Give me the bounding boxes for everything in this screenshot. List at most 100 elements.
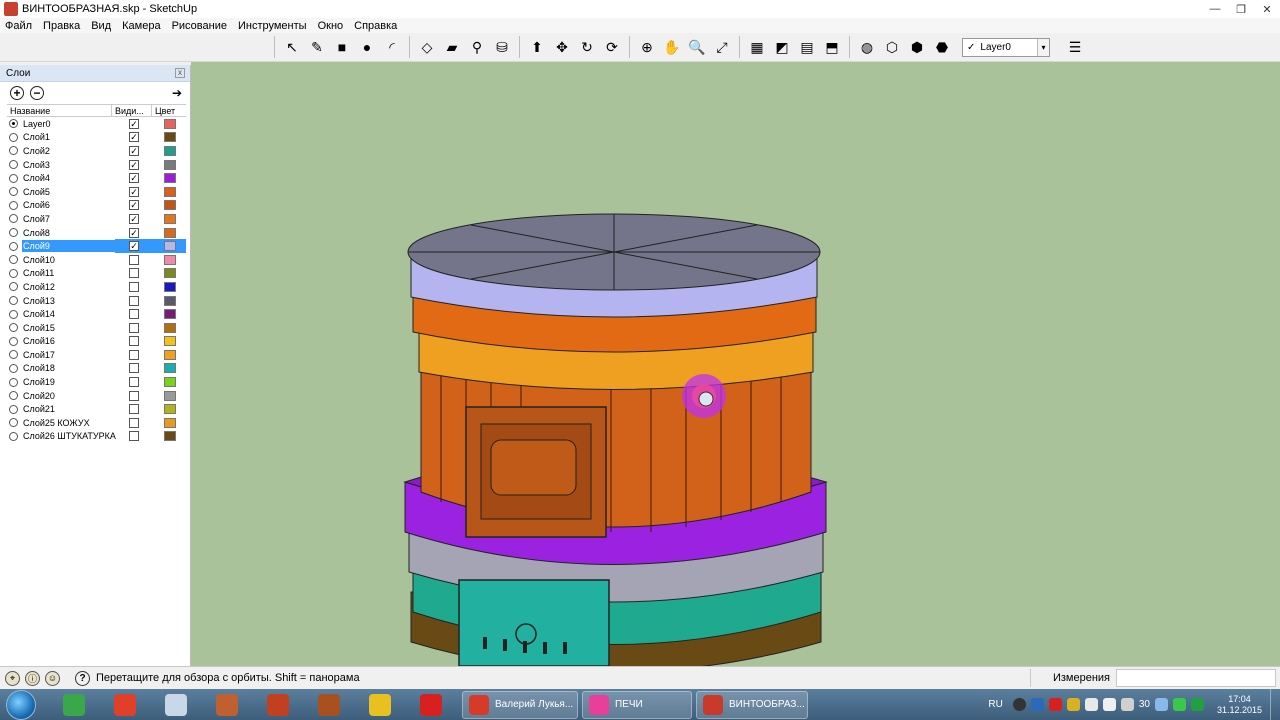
layer-row[interactable]: Слой12 [7, 280, 190, 294]
active-layer-radio[interactable] [9, 146, 18, 156]
minimize-button[interactable]: — [1202, 0, 1228, 18]
chevron-down-icon[interactable]: ▾ [1037, 38, 1049, 56]
layer-name[interactable]: Слой21 [22, 403, 120, 415]
visible-checkbox[interactable] [129, 322, 139, 333]
show-desktop-button[interactable] [1270, 689, 1280, 720]
extension-warehouse-icon[interactable]: ⬣ [931, 36, 953, 58]
layer-color-swatch[interactable] [164, 295, 176, 306]
layer-name[interactable]: Слой15 [22, 322, 120, 334]
layer-color-swatch[interactable] [164, 186, 176, 197]
layer-color-swatch[interactable] [164, 377, 176, 388]
layer-color-swatch[interactable] [164, 417, 176, 428]
layer-name[interactable]: Слой16 [22, 335, 120, 347]
visible-checkbox[interactable] [129, 268, 139, 279]
layer-name[interactable]: Слой11 [22, 267, 120, 279]
layer-name[interactable]: Слой8 [22, 227, 120, 239]
layer-manager-icon[interactable]: ☰ [1064, 36, 1086, 58]
layer-row[interactable]: Слой14 [7, 307, 190, 321]
visible-checkbox[interactable]: ✓ [129, 145, 139, 156]
active-layer-radio[interactable] [9, 200, 18, 210]
taskbar-app-tool[interactable] [156, 691, 196, 719]
column-visible[interactable]: Види... [112, 105, 152, 116]
active-layer-radio[interactable] [9, 296, 18, 306]
layer-color-swatch[interactable] [164, 254, 176, 265]
layer-name[interactable]: Слой10 [22, 254, 120, 266]
layer-name[interactable]: Слой1 [22, 131, 120, 143]
layer-color-swatch[interactable] [164, 227, 176, 238]
user-icon[interactable]: ☺ [45, 670, 60, 686]
layer-row[interactable]: Слой7 ✓ [7, 212, 190, 226]
active-layer-radio[interactable] [9, 187, 18, 197]
visible-checkbox[interactable]: ✓ [129, 173, 139, 184]
layer-row[interactable]: Слой20 [7, 389, 190, 403]
visible-checkbox[interactable]: ✓ [129, 241, 139, 252]
visible-checkbox[interactable] [129, 417, 139, 428]
circle-icon[interactable]: ● [356, 36, 378, 58]
zoom-icon[interactable]: 🔍 [686, 36, 708, 58]
pan-hand-icon[interactable]: ✋ [661, 36, 683, 58]
layer-name[interactable]: Слой5 [22, 186, 120, 198]
layer-row[interactable]: Слой1 ✓ [7, 131, 190, 145]
eraser-icon[interactable]: ▰ [441, 36, 463, 58]
layer-color-swatch[interactable] [164, 200, 176, 211]
layer-row[interactable]: Слой21 [7, 402, 190, 416]
taskbar-app-office[interactable] [105, 691, 145, 719]
visible-checkbox[interactable] [129, 281, 139, 292]
layer-color-swatch[interactable] [164, 213, 176, 224]
get-models-icon[interactable]: ◍ [856, 36, 878, 58]
visible-checkbox[interactable] [129, 363, 139, 374]
paint-bucket-icon[interactable]: ⛁ [491, 36, 513, 58]
layer-color-swatch[interactable] [164, 349, 176, 360]
visible-checkbox[interactable]: ✓ [129, 118, 139, 129]
visible-checkbox[interactable] [129, 295, 139, 306]
tray-icon-opera[interactable] [1048, 698, 1062, 711]
layer-row[interactable]: Слой17 [7, 348, 190, 362]
visible-checkbox[interactable] [129, 390, 139, 401]
active-layer-radio[interactable] [9, 431, 18, 441]
active-layer-radio[interactable] [9, 173, 18, 183]
select-arrow-icon[interactable]: ↖ [281, 36, 303, 58]
layer-row[interactable]: Слой4 ✓ [7, 171, 190, 185]
layer-name[interactable]: Слой20 [22, 390, 120, 402]
move-icon[interactable]: ✥ [551, 36, 573, 58]
credits-icon[interactable]: ⓘ [25, 670, 40, 686]
visible-checkbox[interactable] [129, 431, 139, 442]
active-layer-radio[interactable] [9, 255, 18, 265]
visible-checkbox[interactable]: ✓ [129, 200, 139, 211]
layer-row[interactable]: Слой15 [7, 321, 190, 335]
visible-checkbox[interactable]: ✓ [129, 227, 139, 238]
start-button[interactable] [6, 689, 36, 720]
visible-checkbox[interactable] [129, 349, 139, 360]
details-arrow-icon[interactable]: ➔ [172, 86, 182, 100]
column-name[interactable]: Название [7, 105, 112, 116]
layer-name[interactable]: Layer0 [22, 118, 120, 130]
layer-row[interactable]: Слой25 КОЖУХ [7, 416, 190, 430]
visible-checkbox[interactable] [129, 336, 139, 347]
make-component-icon[interactable]: ◇ [416, 36, 438, 58]
rotate-icon[interactable]: ↻ [576, 36, 598, 58]
layer-row[interactable]: Слой3 ✓ [7, 158, 190, 172]
taskbar-task[interactable]: Валерий Лукья... [462, 690, 578, 719]
layer-name[interactable]: Слой2 [22, 145, 120, 157]
layer-row[interactable]: Слой10 [7, 253, 190, 267]
active-layer-radio[interactable] [9, 214, 18, 224]
measurements-input[interactable] [1116, 669, 1276, 687]
layer-color-swatch[interactable] [164, 309, 176, 320]
layer-row[interactable]: Слой13 [7, 294, 190, 308]
layer-name[interactable]: Слой13 [22, 295, 120, 307]
geo-location-icon[interactable]: ⌖ [5, 670, 20, 686]
layer-color-swatch[interactable] [164, 431, 176, 442]
model-viewport[interactable] [191, 62, 1280, 666]
layer-name[interactable]: Слой14 [22, 308, 120, 320]
active-layer-radio[interactable] [9, 268, 18, 278]
layer-name[interactable]: Слой18 [22, 362, 120, 374]
layer-name[interactable]: Слой19 [22, 376, 120, 388]
active-layer-radio[interactable] [9, 363, 18, 373]
active-layer-radio[interactable] [9, 282, 18, 292]
layer-color-swatch[interactable] [164, 241, 176, 252]
maximize-button[interactable]: ❐ [1228, 0, 1254, 18]
menu-tools[interactable]: Инструменты [238, 20, 307, 32]
arc-icon[interactable]: ◜ [381, 36, 403, 58]
toggle-terrain-icon[interactable]: ◩ [771, 36, 793, 58]
menu-edit[interactable]: Правка [43, 20, 80, 32]
